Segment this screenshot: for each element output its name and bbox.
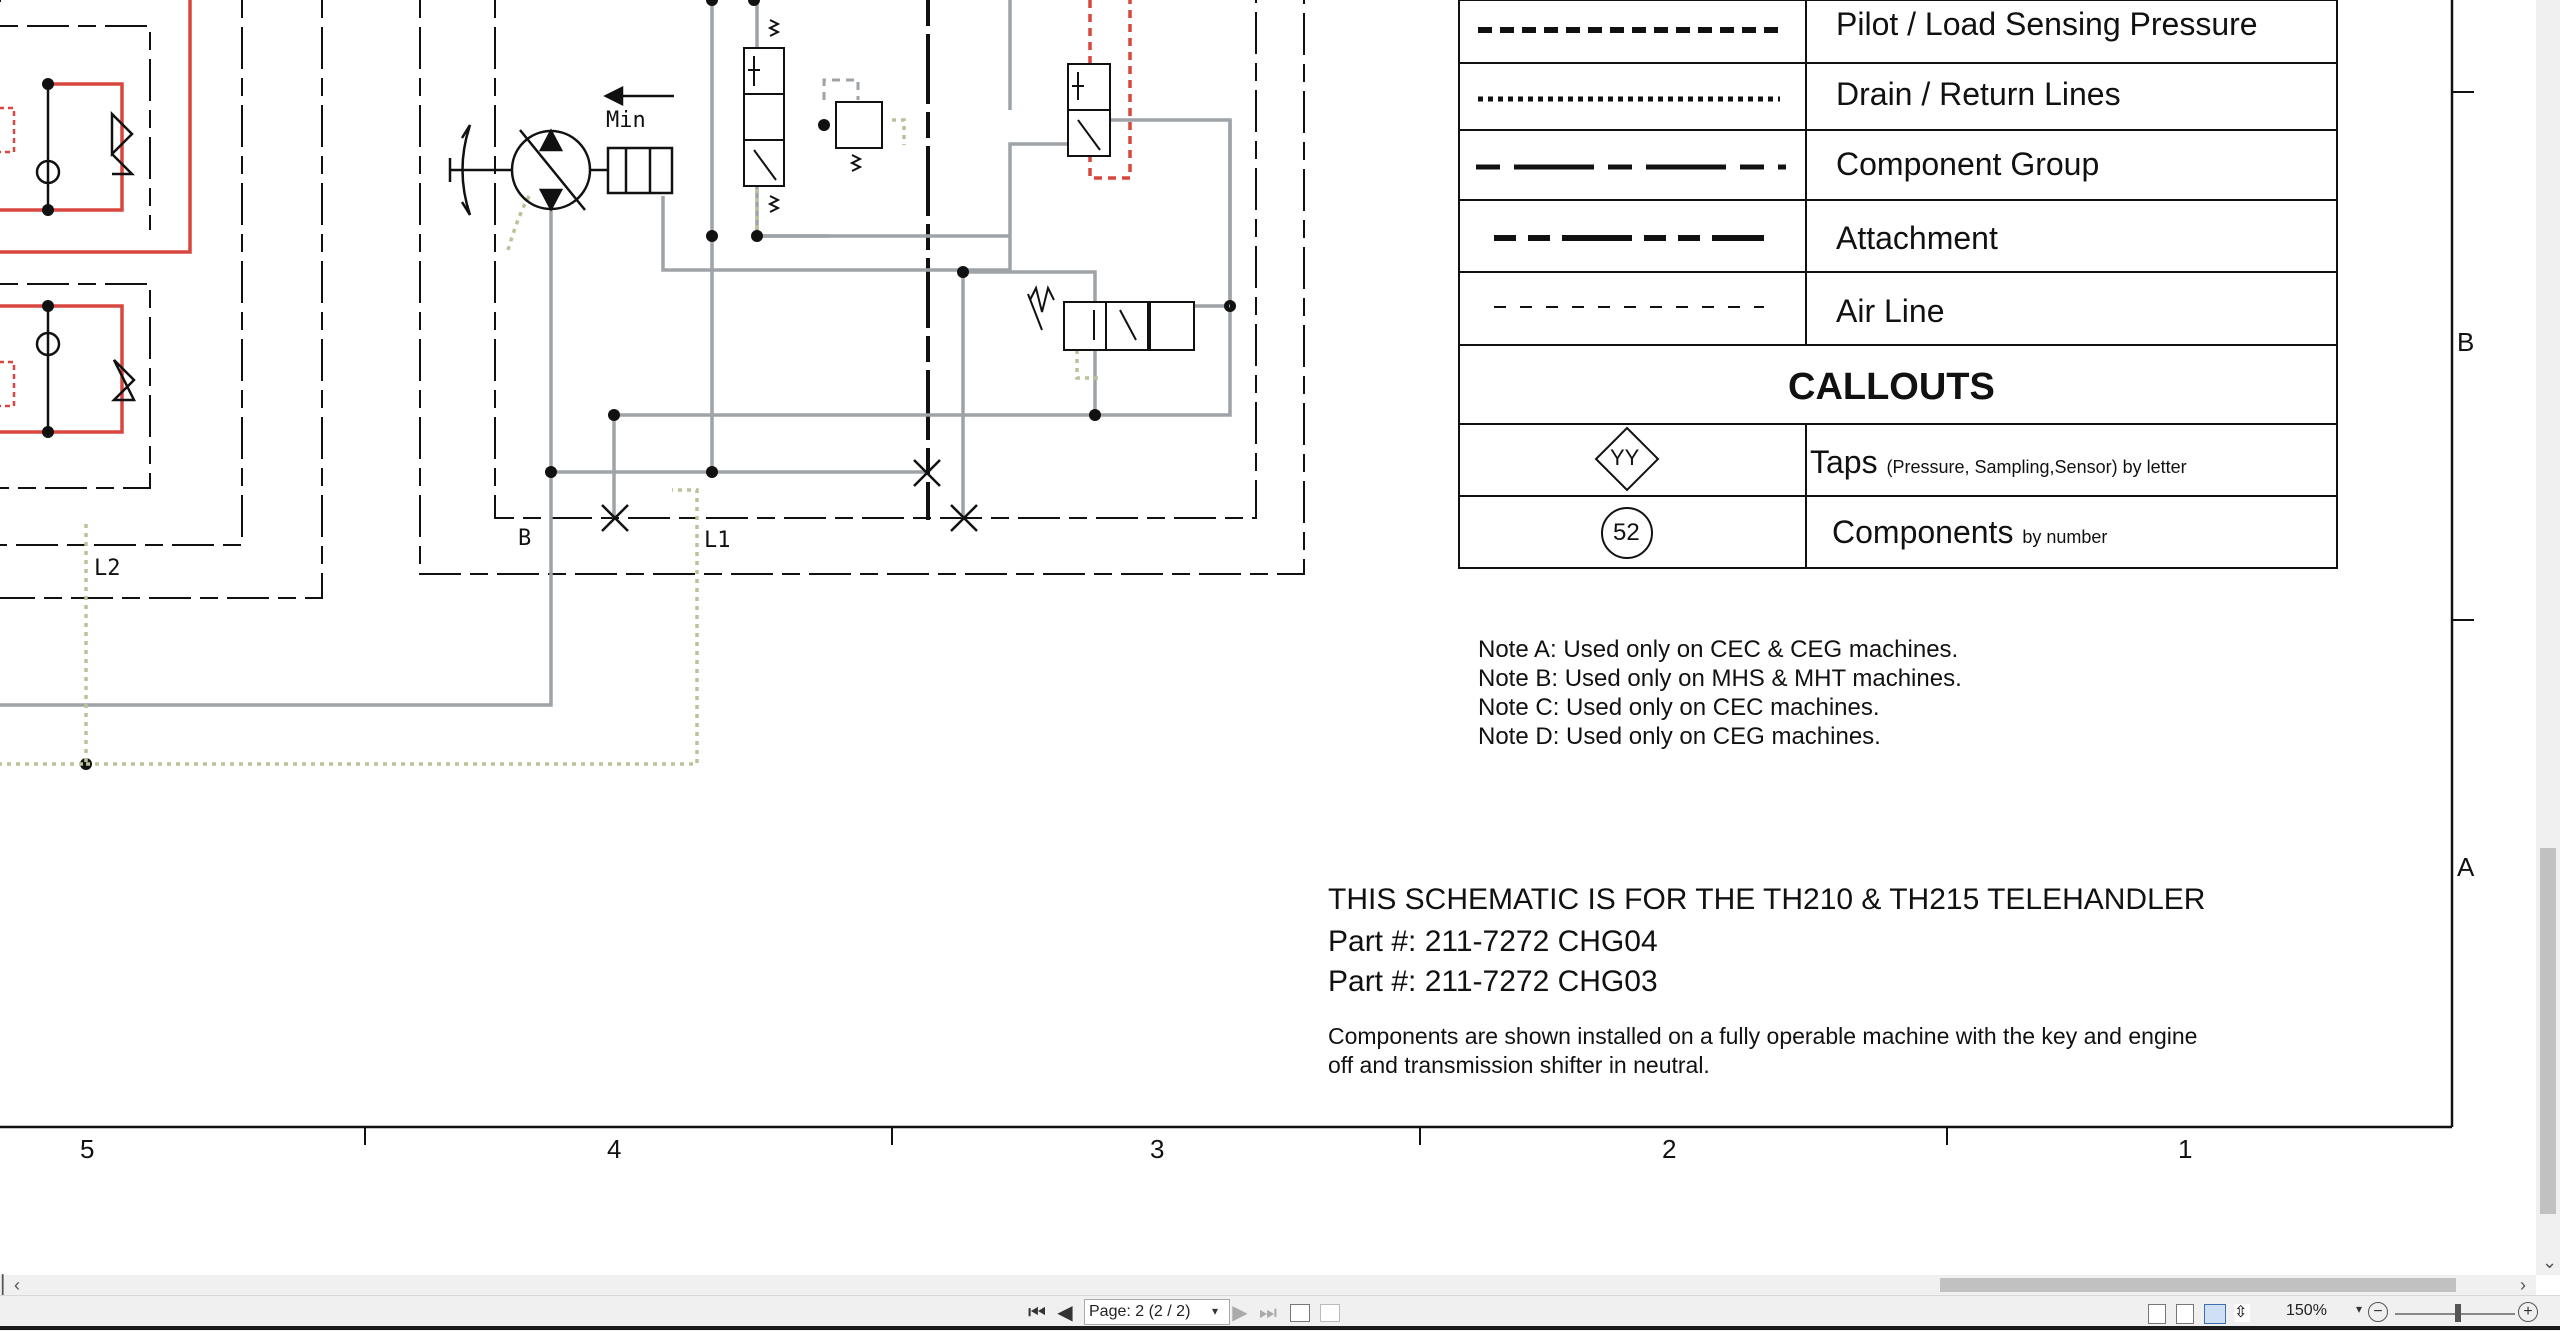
component-symbol-text: 52 bbox=[1613, 519, 1640, 546]
book-view-icon[interactable] bbox=[2204, 1304, 2226, 1324]
scroll-left-icon[interactable]: ‹ bbox=[14, 1275, 20, 1295]
legend-label-air-line: Air Line bbox=[1836, 293, 1945, 329]
continuous-view-icon[interactable] bbox=[1290, 1304, 1310, 1322]
components-label: Components by number bbox=[1832, 514, 2108, 550]
grid-row-a: A bbox=[2457, 852, 2475, 882]
horizontal-scrollbar[interactable]: ▏ ‹ › bbox=[0, 1275, 2536, 1295]
page-number-field[interactable]: Page: 2 (2 / 2) bbox=[1084, 1299, 1230, 1325]
grid-column-1: 1 bbox=[2178, 1134, 2193, 1164]
scroll-right-icon[interactable]: › bbox=[2520, 1275, 2526, 1295]
zoom-in-icon[interactable]: + bbox=[2518, 1302, 2538, 1322]
description-line-2: off and transmission shifter in neutral. bbox=[1328, 1052, 1710, 1078]
port-l2-label: L2 bbox=[94, 556, 121, 581]
hydraulic-schematic bbox=[0, 0, 2474, 1145]
grid-column-3: 3 bbox=[1150, 1134, 1165, 1164]
scroll-down-icon[interactable]: ⌄ bbox=[2542, 1252, 2557, 1272]
previous-page-icon[interactable]: ◀ bbox=[1054, 1300, 1076, 1326]
chevron-down-icon[interactable]: ▾ bbox=[1212, 1299, 1226, 1323]
two-page-view-icon[interactable] bbox=[1320, 1304, 1340, 1322]
fit-page-icon[interactable]: ⇳ bbox=[2234, 1304, 2250, 1322]
grid-column-5: 5 bbox=[80, 1134, 95, 1164]
tap-symbol-text: YY bbox=[1610, 445, 1640, 470]
part-number-2: Part #: 211-7272 CHG03 bbox=[1328, 965, 1658, 998]
legend-label-drain: Drain / Return Lines bbox=[1836, 76, 2121, 112]
note-b: Note B: Used only on MHS & MHT machines. bbox=[1478, 665, 1962, 692]
vertical-scrollbar[interactable]: ⌄ bbox=[2536, 0, 2560, 1275]
legend-label-attachment: Attachment bbox=[1836, 220, 1998, 256]
vertical-scroll-thumb[interactable] bbox=[2540, 848, 2556, 1214]
note-a: Note A: Used only on CEC & CEG machines. bbox=[1478, 636, 1959, 663]
horizontal-scroll-thumb[interactable] bbox=[1940, 1278, 2456, 1292]
next-page-icon[interactable]: ▶ bbox=[1230, 1300, 1250, 1326]
document-canvas: Min B L1 L2 Pilot / Load Sensing Pressur… bbox=[0, 0, 2560, 1275]
zoom-level[interactable]: 150% bbox=[2286, 1302, 2327, 1320]
last-page-icon[interactable]: ⏭ bbox=[1256, 1300, 1280, 1326]
columns-view-icon[interactable] bbox=[2176, 1304, 2194, 1324]
schematic-title: THIS SCHEMATIC IS FOR THE TH210 & TH215 … bbox=[1328, 883, 2206, 916]
note-c: Note C: Used only on CEC machines. bbox=[1478, 694, 1880, 721]
taps-label: Taps (Pressure, Sampling,Sensor) by lett… bbox=[1810, 444, 2187, 480]
grid-row-b: B bbox=[2457, 327, 2475, 357]
port-b-label: B bbox=[518, 526, 532, 551]
zoom-slider-handle[interactable] bbox=[2455, 1304, 2461, 1322]
zoom-out-icon[interactable]: − bbox=[2368, 1302, 2388, 1322]
description-line-1: Components are shown installed on a full… bbox=[1328, 1023, 2198, 1049]
part-number-1: Part #: 211-7272 CHG04 bbox=[1328, 925, 1658, 958]
first-page-icon[interactable]: ⏮ bbox=[1026, 1300, 1048, 1326]
pump-min-label: Min bbox=[606, 108, 646, 133]
grid-column-4: 4 bbox=[607, 1134, 622, 1164]
zoom-dropdown-icon[interactable]: ▾ bbox=[2356, 1302, 2362, 1316]
taskbar-edge bbox=[0, 1326, 2560, 1330]
grid-column-2: 2 bbox=[1662, 1134, 1677, 1164]
legend-label-pilot: Pilot / Load Sensing Pressure bbox=[1836, 6, 2258, 42]
single-page-icon[interactable] bbox=[2148, 1304, 2166, 1324]
legend-label-component-group: Component Group bbox=[1836, 146, 2100, 182]
valve-symbols bbox=[743, 47, 1195, 351]
callouts-header: CALLOUTS bbox=[1788, 366, 1995, 408]
port-l1-label: L1 bbox=[704, 528, 731, 553]
note-d: Note D: Used only on CEG machines. bbox=[1478, 723, 1881, 750]
